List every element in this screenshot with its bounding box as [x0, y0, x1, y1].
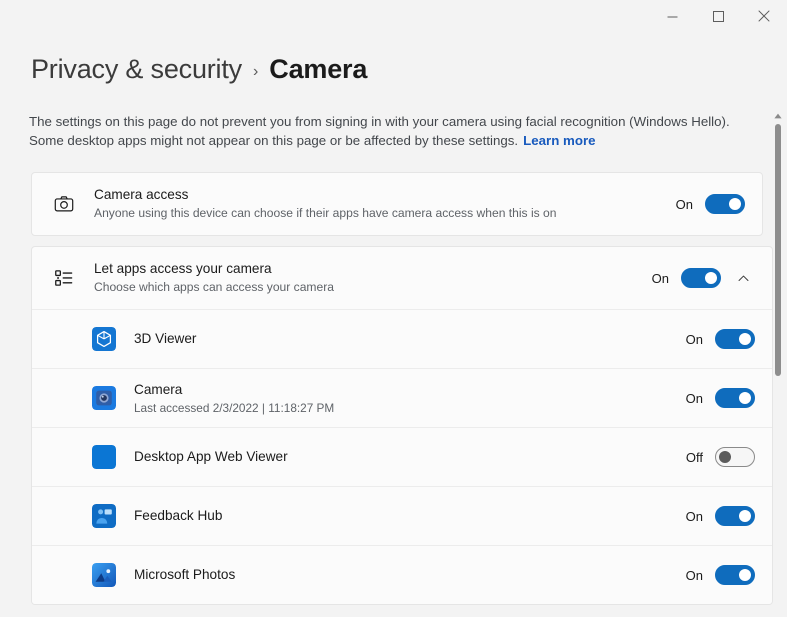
list-item[interactable]: 3D Viewer On — [32, 309, 772, 368]
settings-window: Privacy & security › Camera The settings… — [0, 0, 787, 617]
camera-access-row[interactable]: Camera access Anyone using this device c… — [32, 173, 762, 235]
microsoft-photos-icon — [92, 563, 116, 587]
app-state-label: On — [684, 568, 703, 583]
app-state-label: Off — [684, 450, 703, 465]
camera-access-control: On — [674, 194, 745, 214]
camera-access-title: Camera access — [94, 186, 662, 204]
chevron-up-icon[interactable] — [731, 266, 755, 290]
breadcrumb: Privacy & security › Camera — [31, 52, 367, 86]
page-description-text: The settings on this page do not prevent… — [29, 114, 730, 148]
app-list-icon — [48, 267, 80, 289]
app-text: Microsoft Photos — [134, 566, 672, 584]
scroll-up-button[interactable] — [771, 108, 784, 122]
scrollbar-thumb[interactable] — [775, 124, 781, 376]
app-text: Feedback Hub — [134, 507, 672, 525]
camera-access-toggle[interactable] — [705, 194, 745, 214]
app-last-accessed: Last accessed 2/3/2022 | 11:18:27 PM — [134, 400, 672, 416]
let-apps-access-state-label: On — [650, 271, 669, 286]
title-bar — [0, 0, 787, 32]
app-text: Camera Last accessed 2/3/2022 | 11:18:27… — [134, 381, 672, 416]
3d-viewer-icon — [92, 327, 116, 351]
app-toggle[interactable] — [715, 506, 755, 526]
app-control: On — [684, 329, 755, 349]
learn-more-link[interactable]: Learn more — [523, 133, 595, 148]
app-name: Feedback Hub — [134, 507, 672, 525]
app-control: On — [684, 388, 755, 408]
app-state-label: On — [684, 509, 703, 524]
desktop-app-web-viewer-icon — [92, 445, 116, 469]
list-item[interactable]: Feedback Hub On — [32, 486, 772, 545]
breadcrumb-separator-icon: › — [253, 63, 258, 81]
close-icon — [758, 10, 770, 22]
app-toggle[interactable] — [715, 565, 755, 585]
list-item[interactable]: Camera Last accessed 2/3/2022 | 11:18:27… — [32, 368, 772, 427]
app-control: Off — [684, 447, 755, 467]
app-permission-list: 3D Viewer On — [32, 309, 772, 604]
close-button[interactable] — [741, 0, 787, 32]
scrollbar-track[interactable] — [771, 122, 784, 617]
list-item[interactable]: Desktop App Web Viewer Off — [32, 427, 772, 486]
settings-content: Camera access Anyone using this device c… — [0, 172, 787, 617]
app-text: Desktop App Web Viewer — [134, 448, 672, 466]
app-control: On — [684, 565, 755, 585]
app-control: On — [684, 506, 755, 526]
feedback-hub-icon — [92, 504, 116, 528]
app-name: Camera — [134, 381, 672, 399]
camera-access-text: Camera access Anyone using this device c… — [94, 186, 662, 222]
page-description: The settings on this page do not prevent… — [29, 112, 747, 150]
app-toggle[interactable] — [715, 388, 755, 408]
maximize-icon — [713, 11, 724, 22]
app-state-label: On — [684, 391, 703, 406]
app-text: 3D Viewer — [134, 330, 672, 348]
camera-access-card: Camera access Anyone using this device c… — [31, 172, 763, 236]
app-toggle[interactable] — [715, 329, 755, 349]
maximize-button[interactable] — [695, 0, 741, 32]
camera-icon — [48, 193, 80, 215]
let-apps-access-title: Let apps access your camera — [94, 260, 638, 278]
page-title: Camera — [269, 52, 367, 86]
app-name: Microsoft Photos — [134, 566, 672, 584]
let-apps-access-text: Let apps access your camera Choose which… — [94, 260, 638, 296]
minimize-icon — [667, 11, 678, 22]
minimize-button[interactable] — [649, 0, 695, 32]
let-apps-access-card: Let apps access your camera Choose which… — [31, 246, 773, 605]
list-item[interactable]: Microsoft Photos On — [32, 545, 772, 604]
camera-access-subtitle: Anyone using this device can choose if t… — [94, 205, 662, 222]
let-apps-access-subtitle: Choose which apps can access your camera — [94, 279, 638, 296]
let-apps-access-control: On — [650, 266, 755, 290]
camera-access-state-label: On — [674, 197, 693, 212]
app-name: Desktop App Web Viewer — [134, 448, 672, 466]
let-apps-access-toggle[interactable] — [681, 268, 721, 288]
camera-app-icon — [92, 386, 116, 410]
vertical-scrollbar[interactable] — [771, 108, 784, 617]
app-name: 3D Viewer — [134, 330, 672, 348]
let-apps-access-row[interactable]: Let apps access your camera Choose which… — [32, 247, 772, 309]
app-toggle[interactable] — [715, 447, 755, 467]
app-state-label: On — [684, 332, 703, 347]
breadcrumb-parent-link[interactable]: Privacy & security — [31, 52, 242, 86]
